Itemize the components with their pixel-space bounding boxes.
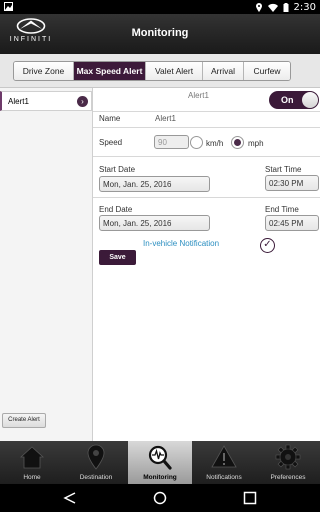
system-navigation-bar: [0, 484, 320, 512]
name-value: Alert1: [155, 114, 176, 123]
divider: [93, 111, 320, 112]
back-icon[interactable]: [62, 491, 78, 505]
nav-home-label: Home: [23, 474, 41, 481]
monitoring-icon: [148, 445, 172, 470]
in-vehicle-notification-label: In-vehicle Notification: [143, 239, 220, 248]
start-date-label: Start Date: [99, 165, 136, 174]
speed-label: Speed: [99, 138, 123, 147]
image-notification-icon: [4, 2, 13, 11]
mph-label: mph: [248, 139, 264, 148]
tab-drive-zone[interactable]: Drive Zone: [14, 62, 74, 80]
battery-icon: [283, 3, 289, 12]
mph-radio[interactable]: [231, 136, 244, 149]
start-date-field[interactable]: Mon, Jan. 25, 2016: [99, 176, 210, 192]
nav-destination[interactable]: Destination: [64, 441, 128, 484]
alert-title: Alert1: [188, 91, 209, 100]
nav-monitoring[interactable]: Monitoring: [128, 441, 192, 484]
save-button[interactable]: Save: [99, 250, 136, 265]
speed-input[interactable]: 90: [154, 135, 189, 149]
nav-notifications-label: Notifications: [206, 474, 242, 481]
tab-max-speed-alert[interactable]: Max Speed Alert: [74, 62, 146, 80]
nav-monitoring-label: Monitoring: [143, 474, 177, 481]
alert-detail-form: Alert1 On Name Alert1 Speed 90 km/h mph …: [93, 88, 320, 441]
start-time-label: Start Time: [265, 165, 302, 174]
map-pin-icon: [87, 444, 105, 470]
page-title: Monitoring: [131, 27, 189, 39]
divider: [93, 197, 320, 198]
end-date-field[interactable]: Mon, Jan. 25, 2016: [99, 215, 210, 231]
alert-toggle[interactable]: On: [269, 91, 319, 109]
tab-group: Drive Zone Max Speed Alert Valet Alert A…: [13, 61, 291, 81]
name-label: Name: [99, 114, 121, 123]
end-time-label: End Time: [265, 205, 299, 214]
main-content: Alert1 › Create Alert Alert1 On Name Ale…: [0, 88, 320, 441]
wifi-icon: [267, 3, 278, 12]
notification-checkbox[interactable]: ✓: [260, 238, 275, 253]
nav-preferences-label: Preferences: [270, 474, 306, 481]
bottom-navigation: Home Destination Monitoring Notification…: [0, 441, 320, 484]
home-button-icon[interactable]: [152, 491, 168, 505]
create-alert-button[interactable]: Create Alert: [2, 413, 46, 428]
nav-destination-label: Destination: [79, 474, 113, 481]
nav-home[interactable]: Home: [0, 441, 64, 484]
recent-apps-icon[interactable]: [242, 491, 258, 505]
toggle-label: On: [281, 95, 294, 105]
end-date-label: End Date: [99, 205, 133, 214]
notification-icons: [4, 2, 13, 13]
kmh-label: km/h: [206, 139, 224, 148]
nav-notifications[interactable]: Notifications: [192, 441, 256, 484]
kmh-radio[interactable]: [190, 136, 203, 149]
end-time-field[interactable]: 02:45 PM: [265, 215, 319, 231]
tab-curfew[interactable]: Curfew: [244, 62, 290, 80]
clock: 2:30: [293, 2, 316, 13]
chevron-right-icon: ›: [77, 96, 88, 107]
location-icon: [255, 3, 262, 12]
home-icon: [19, 446, 45, 469]
alert-list-item-label: Alert1: [8, 97, 29, 106]
tab-arrival[interactable]: Arrival: [203, 62, 244, 80]
alert-list-panel: Alert1 › Create Alert: [0, 88, 93, 441]
tab-valet-alert[interactable]: Valet Alert: [146, 62, 203, 80]
status-bar: 2:30: [0, 0, 320, 14]
checkmark-icon: ✓: [263, 239, 272, 250]
toggle-knob: [302, 92, 318, 108]
divider: [93, 127, 320, 128]
alert-list-item[interactable]: Alert1 ›: [0, 91, 92, 111]
tab-bar: Drive Zone Max Speed Alert Valet Alert A…: [0, 54, 320, 88]
gear-icon: [275, 444, 301, 470]
start-time-field[interactable]: 02:30 PM: [265, 175, 319, 191]
app-header: INFINITI Monitoring: [0, 14, 320, 54]
warning-icon: [211, 445, 237, 468]
nav-preferences[interactable]: Preferences: [256, 441, 320, 484]
divider: [93, 156, 320, 157]
